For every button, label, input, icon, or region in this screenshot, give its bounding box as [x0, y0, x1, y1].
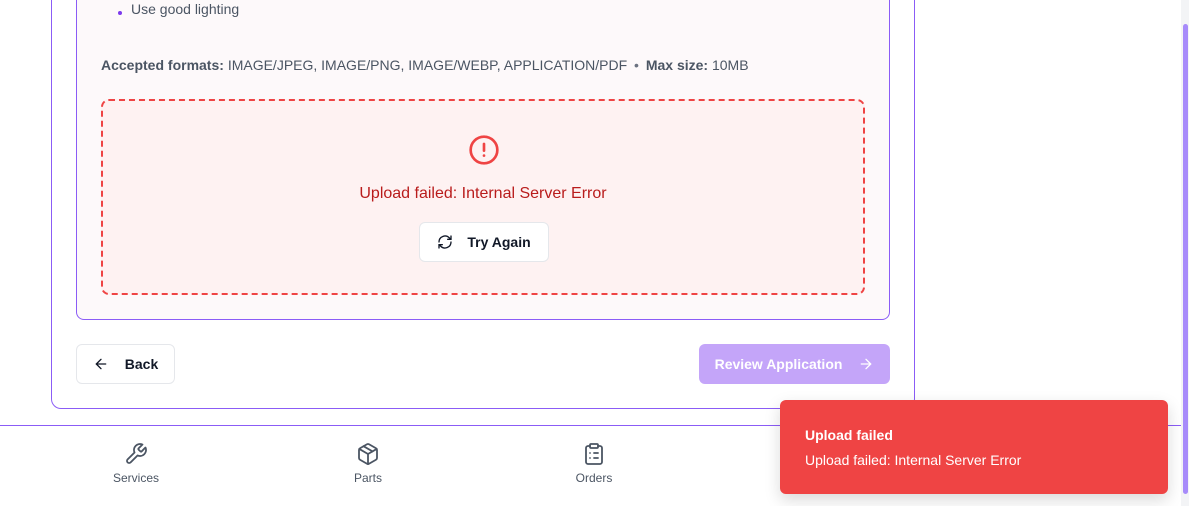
back-label: Back [124, 356, 159, 372]
accepted-formats-line: Accepted formats: IMAGE/JPEG, IMAGE/PNG,… [101, 57, 749, 73]
formats-value: IMAGE/JPEG, IMAGE/PNG, IMAGE/WEBP, APPLI… [227, 57, 628, 73]
nav-item-orders[interactable]: Orders [544, 442, 644, 485]
nav-label-orders: Orders [575, 471, 613, 485]
package-icon [358, 443, 378, 465]
toast-description: Upload failed: Internal Server Error [805, 452, 1022, 468]
try-again-label: Try Again [467, 234, 531, 250]
max-size-label: Max size: [645, 57, 709, 73]
error-toast[interactable]: Upload failed Upload failed: Internal Se… [780, 400, 1168, 494]
back-button[interactable]: Back [76, 344, 175, 384]
review-label: Review Application [714, 356, 843, 372]
nav-label-services: Services [112, 471, 159, 485]
upload-error-message: Upload failed: Internal Server Error [359, 185, 607, 202]
toast-title: Upload failed [805, 427, 893, 443]
max-size-value: 10MB [711, 57, 749, 73]
nav-label-parts: Parts [353, 471, 382, 485]
formats-label: Accepted formats: [101, 57, 224, 73]
tip-text: Use good lighting [131, 1, 240, 17]
try-again-button[interactable]: Try Again [419, 222, 549, 262]
scrollbar-thumb[interactable] [1183, 24, 1188, 494]
refresh-icon [438, 235, 453, 249]
upload-error-dropzone[interactable]: Upload failed: Internal Server Error Try… [101, 99, 865, 295]
nav-item-parts[interactable]: Parts [318, 442, 418, 485]
bullet-icon [118, 11, 122, 15]
tip-list-item: Use good lighting [118, 1, 239, 17]
nav-item-services[interactable]: Services [86, 442, 186, 485]
review-application-button[interactable]: Review Application [699, 344, 890, 384]
app-root: Use good lighting Accepted formats: IMAG… [0, 0, 1189, 506]
arrow-right-icon [861, 358, 872, 370]
alert-circle-icon [469, 135, 499, 165]
wrench-icon [126, 443, 147, 464]
separator-dot: • [634, 57, 639, 73]
scrollbar-track[interactable] [1181, 0, 1189, 506]
clipboard-list-icon [585, 443, 603, 465]
arrow-left-icon [95, 358, 107, 370]
